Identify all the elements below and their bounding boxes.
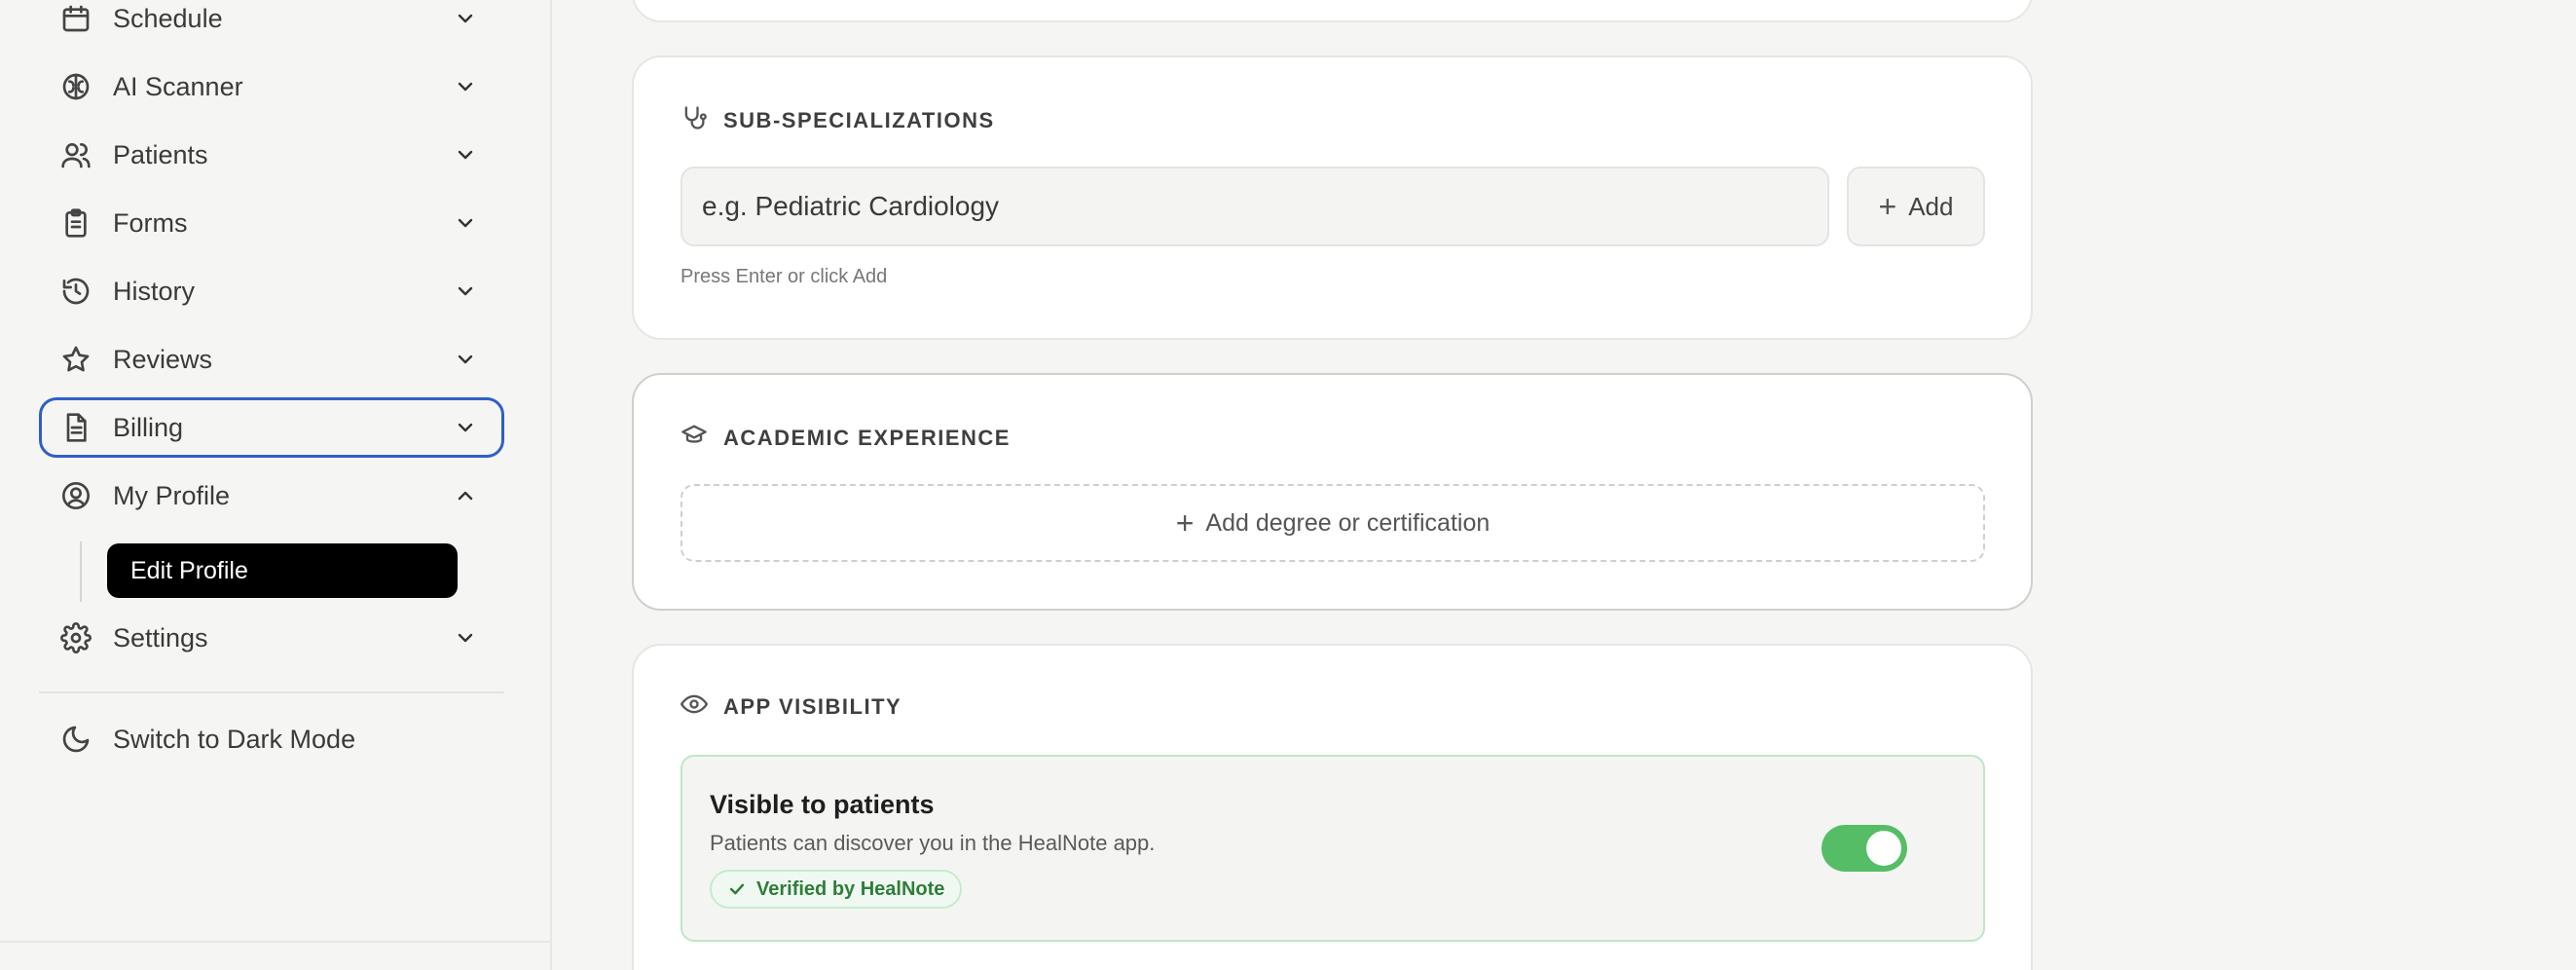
history-icon (58, 274, 93, 309)
sidebar-item-billing[interactable]: Billing (39, 397, 504, 458)
star-icon (58, 342, 93, 377)
sidebar-item-schedule[interactable]: Schedule (39, 0, 504, 49)
calendar-icon (58, 1, 93, 36)
visibility-toggle[interactable] (1822, 825, 1907, 872)
input-hint: Press Enter or click Add (681, 266, 888, 287)
sub-specialization-input[interactable] (681, 167, 1829, 246)
visibility-heading: Visible to patients (710, 790, 935, 819)
chevron-up-icon (452, 482, 479, 509)
add-degree-button[interactable]: + Add degree or certification (681, 484, 1985, 562)
previous-section-card (632, 0, 2033, 22)
sidebar-item-label: Settings (113, 622, 208, 653)
users-icon (58, 137, 93, 172)
sidebar-item-label: My Profile (113, 480, 231, 510)
graduation-cap-icon (681, 422, 708, 454)
clipboard-icon (58, 205, 93, 241)
sub-specializations-card: SUB-SPECIALIZATIONS + Add Press Enter or… (632, 56, 2033, 340)
sidebar-item-forms[interactable]: Forms (39, 193, 504, 253)
brain-icon (58, 69, 93, 104)
stethoscope-icon (681, 104, 708, 136)
sidebar-item-label: Forms (113, 207, 188, 238)
sidebar-item-reviews[interactable]: Reviews (39, 329, 504, 390)
chevron-down-icon (452, 624, 479, 652)
chevron-down-icon (452, 346, 479, 373)
plus-icon: + (1878, 189, 1897, 224)
sidebar-divider (39, 691, 504, 693)
dark-mode-label: Switch to Dark Mode (113, 724, 356, 754)
sidebar-item-label: History (113, 276, 196, 306)
verified-badge: Verified by HealNote (710, 870, 963, 909)
dark-mode-toggle[interactable]: Switch to Dark Mode (39, 709, 504, 769)
sidebar: Schedule AI Scanner Patients Forms Histo… (0, 0, 552, 970)
chevron-down-icon (452, 414, 479, 441)
section-title: SUB-SPECIALIZATIONS (723, 107, 995, 132)
add-degree-label: Add degree or certification (1205, 508, 1490, 537)
sidebar-subitem-edit-profile[interactable]: Edit Profile (107, 543, 458, 598)
sidebar-item-label: AI Scanner (113, 71, 243, 101)
sidebar-item-patients[interactable]: Patients (39, 125, 504, 185)
sidebar-item-my-profile[interactable]: My Profile (39, 466, 504, 526)
chevron-down-icon (452, 5, 479, 32)
sidebar-footer-divider (0, 941, 552, 943)
academic-experience-card: ACADEMIC EXPERIENCE + Add degree or cert… (632, 373, 2033, 611)
toggle-knob (1866, 831, 1901, 866)
chevron-down-icon (452, 73, 479, 100)
visibility-panel: Visible to patients Patients can discove… (681, 755, 1985, 942)
sidebar-item-settings[interactable]: Settings (39, 608, 504, 668)
add-button-label: Add (1908, 191, 1954, 221)
chevron-down-icon (452, 209, 479, 237)
user-circle-icon (58, 478, 93, 513)
sidebar-item-label: Billing (113, 412, 184, 442)
add-sub-specialization-button[interactable]: + Add (1847, 167, 1985, 246)
sidebar-item-label: Schedule (113, 3, 223, 33)
section-header: ACADEMIC EXPERIENCE (681, 422, 1011, 454)
sidebar-item-ai-scanner[interactable]: AI Scanner (39, 56, 504, 117)
chevron-down-icon (452, 141, 479, 168)
check-icon (729, 883, 745, 895)
plus-icon: + (1175, 505, 1195, 541)
chevron-down-icon (452, 278, 479, 305)
app-visibility-card: APP VISIBILITY Visible to patients Patie… (632, 644, 2033, 970)
eye-icon (681, 690, 708, 723)
sidebar-item-label: Reviews (113, 344, 213, 374)
section-title: ACADEMIC EXPERIENCE (723, 425, 1011, 450)
document-icon (58, 410, 93, 445)
submenu-rail (80, 541, 82, 602)
section-title: APP VISIBILITY (723, 693, 902, 719)
sidebar-item-history[interactable]: History (39, 261, 504, 321)
gear-icon (58, 620, 93, 655)
verified-badge-label: Verified by HealNote (756, 877, 945, 900)
sidebar-item-label: Patients (113, 139, 208, 169)
visibility-description: Patients can discover you in the HealNot… (710, 831, 1156, 855)
section-header: SUB-SPECIALIZATIONS (681, 104, 995, 136)
section-header: APP VISIBILITY (681, 690, 902, 723)
moon-icon (58, 722, 93, 757)
